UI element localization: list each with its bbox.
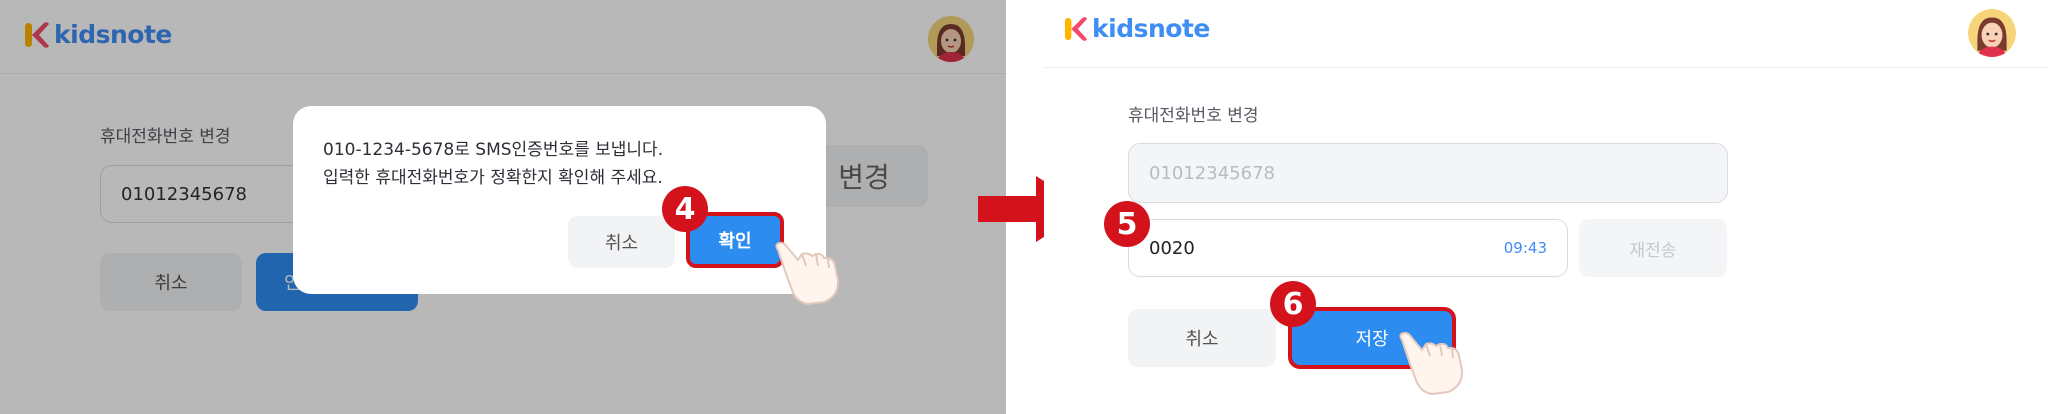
- dialog-ok-label: 확인: [718, 231, 752, 252]
- pointing-hand-icon: [1399, 331, 1464, 396]
- phone-input: 01012345678: [1128, 143, 1728, 203]
- avatar-face-icon: [1968, 9, 2016, 57]
- step-number: 4: [674, 191, 696, 227]
- dialog-message-line2: 입력한 휴대전화번호가 정확한지 확인해 주세요.: [323, 168, 663, 188]
- save-label: 저장: [1355, 329, 1389, 350]
- dialog-message-line1: 010-1234-5678로 SMS인증번호를 보냅니다.: [323, 140, 664, 160]
- step-badge-5: 5: [1104, 201, 1150, 247]
- cancel-label: 취소: [1185, 329, 1219, 350]
- pointing-hand-icon: [775, 241, 840, 306]
- step-badge-4: 4: [662, 186, 708, 232]
- step-number: 6: [1282, 286, 1304, 322]
- kidsnote-k-icon: [1064, 16, 1088, 41]
- left-screen: kidsnote 휴대전화번호 변경 01012345678 변경 취소 인 0…: [0, 0, 1006, 414]
- code-value: 0020: [1149, 237, 1195, 259]
- tutorial-canvas: kidsnote 휴대전화번호 변경 01012345678 변경 취소 인 0…: [0, 0, 2048, 414]
- section-label: 휴대전화번호 변경: [1128, 106, 1259, 126]
- resend-button[interactable]: 재전송: [1579, 219, 1727, 277]
- countdown-timer: 09:43: [1503, 239, 1547, 257]
- step-number: 5: [1116, 206, 1138, 242]
- avatar[interactable]: [1968, 9, 2016, 57]
- app-header: kidsnote: [1044, 0, 2048, 68]
- resend-label: 재전송: [1629, 240, 1677, 261]
- dialog-cancel-button[interactable]: 취소: [568, 216, 675, 268]
- app-logo[interactable]: kidsnote: [1064, 14, 1210, 43]
- dialog-message: 010-1234-5678로 SMS인증번호를 보냅니다. 입력한 휴대전화번호…: [323, 136, 663, 192]
- cancel-button[interactable]: 취소: [1128, 309, 1276, 367]
- sms-confirm-dialog: 010-1234-5678로 SMS인증번호를 보냅니다. 입력한 휴대전화번호…: [293, 106, 826, 294]
- right-screen: kidsnote 휴대전화번호 변경 01012345678 0020 09:4…: [1044, 0, 2048, 414]
- logo-text: kidsnote: [1092, 14, 1210, 43]
- step-badge-6: 6: [1270, 281, 1316, 327]
- dialog-cancel-label: 취소: [604, 233, 639, 254]
- verification-code-input[interactable]: 0020 09:43: [1128, 219, 1568, 277]
- phone-value: 01012345678: [1149, 162, 1275, 184]
